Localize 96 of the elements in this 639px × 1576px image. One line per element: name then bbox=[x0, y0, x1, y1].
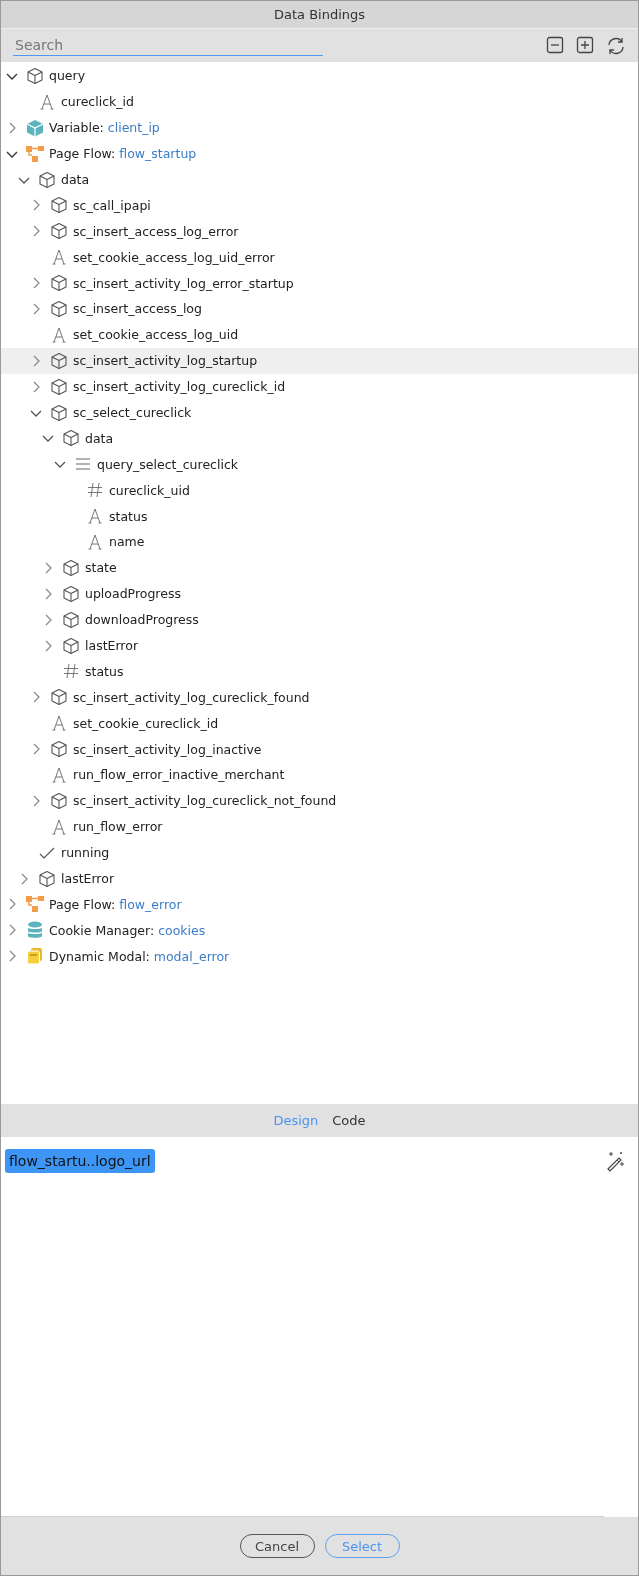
item-label: set_cookie_access_log_uid_error bbox=[73, 249, 275, 265]
tree-item[interactable]: status bbox=[1, 658, 638, 685]
item-label: Page Flow: flow_error bbox=[49, 896, 182, 912]
cube-icon bbox=[49, 376, 69, 397]
editor-tab[interactable]: Code bbox=[327, 1111, 371, 1130]
item-label: downloadProgress bbox=[85, 612, 199, 628]
tree-item[interactable]: data bbox=[1, 425, 638, 452]
tree-item[interactable]: sc_call_ipapi bbox=[1, 192, 638, 219]
flowchart-icon bbox=[25, 143, 45, 164]
tree-item[interactable]: running bbox=[1, 839, 638, 866]
item-label: data bbox=[61, 172, 90, 187]
item-label: run_flow_error_inactive_merchant bbox=[73, 767, 285, 783]
tree-item[interactable]: status bbox=[1, 503, 638, 530]
item-label: uploadProgress bbox=[85, 586, 181, 602]
item-label: state bbox=[85, 560, 117, 576]
item-label: running bbox=[61, 845, 110, 861]
tree-item[interactable]: run_flow_error bbox=[1, 813, 638, 840]
tree-item[interactable]: Variable: client_ip bbox=[1, 114, 638, 141]
tree-item[interactable]: Dynamic Modal: modal_error bbox=[1, 943, 638, 970]
cube-icon bbox=[37, 868, 57, 889]
item-label: sc_select_cureclick bbox=[73, 405, 192, 420]
tree-item[interactable]: uploadProgress bbox=[1, 580, 638, 607]
cube-icon bbox=[61, 583, 81, 604]
item-label: sc_insert_activity_log_cureclick_found bbox=[73, 689, 310, 705]
item-label: Variable: client_ip bbox=[49, 120, 160, 136]
database-icon bbox=[25, 920, 45, 941]
tree-item[interactable]: sc_insert_access_log bbox=[1, 296, 638, 322]
item-label: Dynamic Modal: modal_error bbox=[49, 948, 230, 964]
cube-icon bbox=[61, 609, 81, 630]
item-label: Page Flow: flow_startup bbox=[49, 146, 197, 162]
item-label: sc_insert_activity_log_cureclick_id bbox=[73, 379, 286, 395]
stacked-pages-icon bbox=[25, 946, 45, 967]
cube-icon bbox=[49, 402, 69, 423]
cube-icon bbox=[49, 298, 69, 319]
tree-item[interactable]: sc_insert_activity_log_cureclick_found bbox=[1, 684, 638, 711]
item-label: sc_insert_access_log_error bbox=[73, 223, 239, 239]
item-label: lastError bbox=[61, 871, 114, 887]
item-label: set_cookie_cureclick_id bbox=[73, 715, 219, 731]
tree-item[interactable]: cureclick_uid bbox=[1, 477, 638, 504]
item-label: sc_insert_activity_log_cureclick_not_found bbox=[73, 793, 337, 809]
tree-item[interactable]: state bbox=[1, 554, 638, 581]
item-label: sc_insert_activity_log_inactive bbox=[73, 741, 262, 757]
tree-item[interactable]: lastError bbox=[1, 865, 638, 892]
cube-icon bbox=[37, 169, 57, 190]
cube-icon bbox=[49, 273, 69, 294]
binding-token[interactable]: flow_startu..logo_url bbox=[5, 1149, 155, 1173]
tree-item[interactable]: data bbox=[1, 166, 638, 193]
item-label: set_cookie_access_log_uid bbox=[73, 327, 239, 343]
item-label: status bbox=[85, 663, 124, 679]
cube-icon bbox=[25, 65, 45, 86]
cube-icon bbox=[61, 428, 81, 449]
item-label: sc_call_ipapi bbox=[73, 197, 151, 213]
cube-icon bbox=[25, 117, 45, 138]
tree-item[interactable]: sc_insert_activity_log_error_startup bbox=[1, 270, 638, 296]
tree-item[interactable]: lastError bbox=[1, 632, 638, 659]
item-label: query_select_cureclick bbox=[97, 456, 238, 472]
window-title: Data Bindings bbox=[1, 1, 638, 29]
item-label: cureclick_id bbox=[61, 94, 134, 110]
item-label: lastError bbox=[85, 638, 138, 654]
item-label: run_flow_error bbox=[73, 819, 163, 835]
item-label: cureclick_uid bbox=[109, 482, 190, 498]
tree-item[interactable]: downloadProgress bbox=[1, 606, 638, 633]
tree-item[interactable]: sc_insert_activity_log_cureclick_id bbox=[1, 373, 638, 400]
tree-item[interactable]: cureclick_id bbox=[1, 88, 638, 115]
cube-icon bbox=[61, 635, 81, 656]
tree-item[interactable]: sc_insert_activity_log_inactive bbox=[1, 736, 638, 763]
tree-item[interactable]: query bbox=[1, 63, 638, 89]
cube-icon bbox=[49, 350, 69, 371]
tree-item[interactable]: name bbox=[1, 529, 638, 555]
item-label: status bbox=[109, 508, 148, 524]
item-label: sc_insert_access_log bbox=[73, 301, 202, 317]
tree-item[interactable]: Page Flow: flow_error bbox=[1, 891, 638, 918]
cube-icon bbox=[49, 221, 69, 242]
tree-item[interactable]: Page Flow: flow_startup bbox=[1, 140, 638, 167]
tree-item[interactable]: sc_insert_activity_log_cureclick_not_found bbox=[1, 787, 638, 814]
item-label: query bbox=[49, 68, 86, 84]
tree-item[interactable]: sc_select_cureclick bbox=[1, 399, 638, 426]
cube-icon bbox=[49, 739, 69, 760]
tree-item[interactable]: sc_insert_activity_log_startup bbox=[1, 347, 638, 374]
tree-item[interactable]: Cookie Manager: cookies bbox=[1, 917, 638, 944]
cube-icon bbox=[49, 195, 69, 216]
flowchart-icon bbox=[25, 894, 45, 915]
item-label: Cookie Manager: cookies bbox=[49, 922, 206, 938]
item-label: sc_insert_activity_log_startup bbox=[73, 353, 258, 369]
tree-item[interactable]: set_cookie_access_log_uid bbox=[1, 321, 638, 348]
cube-icon bbox=[49, 687, 69, 708]
tree-item[interactable]: query_select_cureclick bbox=[1, 451, 638, 478]
item-label: name bbox=[109, 534, 145, 550]
item-label: data bbox=[85, 430, 114, 446]
tree-item[interactable]: run_flow_error_inactive_merchant bbox=[1, 762, 638, 788]
cube-icon bbox=[61, 557, 81, 578]
tree-item[interactable]: sc_insert_access_log_error bbox=[1, 218, 638, 245]
tree-item[interactable]: set_cookie_access_log_uid_error bbox=[1, 244, 638, 271]
tree-item[interactable]: set_cookie_cureclick_id bbox=[1, 710, 638, 737]
cube-icon bbox=[49, 790, 69, 811]
item-label: sc_insert_activity_log_error_startup bbox=[73, 275, 294, 291]
